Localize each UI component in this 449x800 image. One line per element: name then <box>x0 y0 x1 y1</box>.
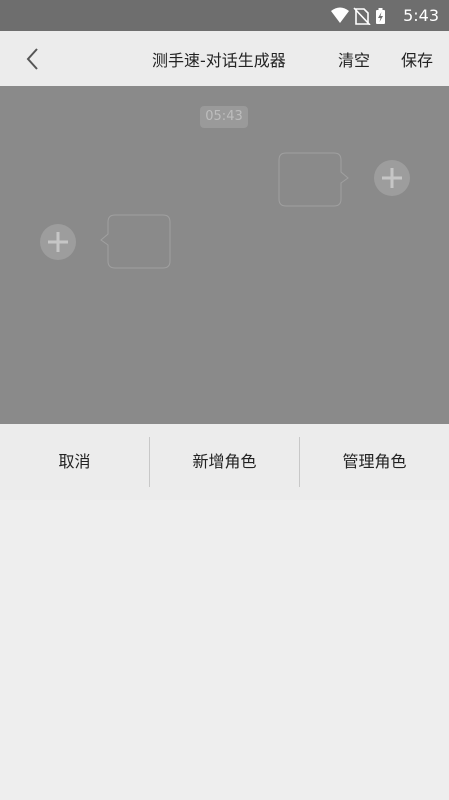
clear-button[interactable]: 清空 <box>338 47 370 71</box>
action-bar: 取消 新增角色 管理角色 <box>0 424 449 500</box>
status-time: 5:43 <box>403 6 439 25</box>
chat-bubble-right[interactable] <box>278 152 354 208</box>
toolbar: 测手速-对话生成器 清空 保存 <box>0 31 449 86</box>
battery-charging-icon <box>376 8 385 24</box>
cancel-button[interactable]: 取消 <box>0 424 149 500</box>
role-panel <box>0 500 449 800</box>
page-title: 测手速-对话生成器 <box>152 51 286 70</box>
add-role-button[interactable]: 新增角色 <box>150 424 299 500</box>
manage-roles-button[interactable]: 管理角色 <box>300 424 449 500</box>
plus-icon <box>382 168 402 188</box>
chat-bubble-left[interactable] <box>95 214 173 270</box>
wifi-icon <box>331 7 349 23</box>
chat-canvas: 05:43 <box>0 86 449 424</box>
timestamp-chip: 05:43 <box>200 106 248 128</box>
status-icons <box>331 7 385 25</box>
add-message-button-left[interactable] <box>40 224 76 260</box>
add-message-button-right[interactable] <box>374 160 410 196</box>
status-bar: 5:43 <box>0 0 449 31</box>
chevron-left-icon[interactable] <box>20 45 48 73</box>
plus-icon <box>48 232 68 252</box>
save-button[interactable]: 保存 <box>401 47 433 71</box>
no-sim-icon <box>353 7 371 25</box>
